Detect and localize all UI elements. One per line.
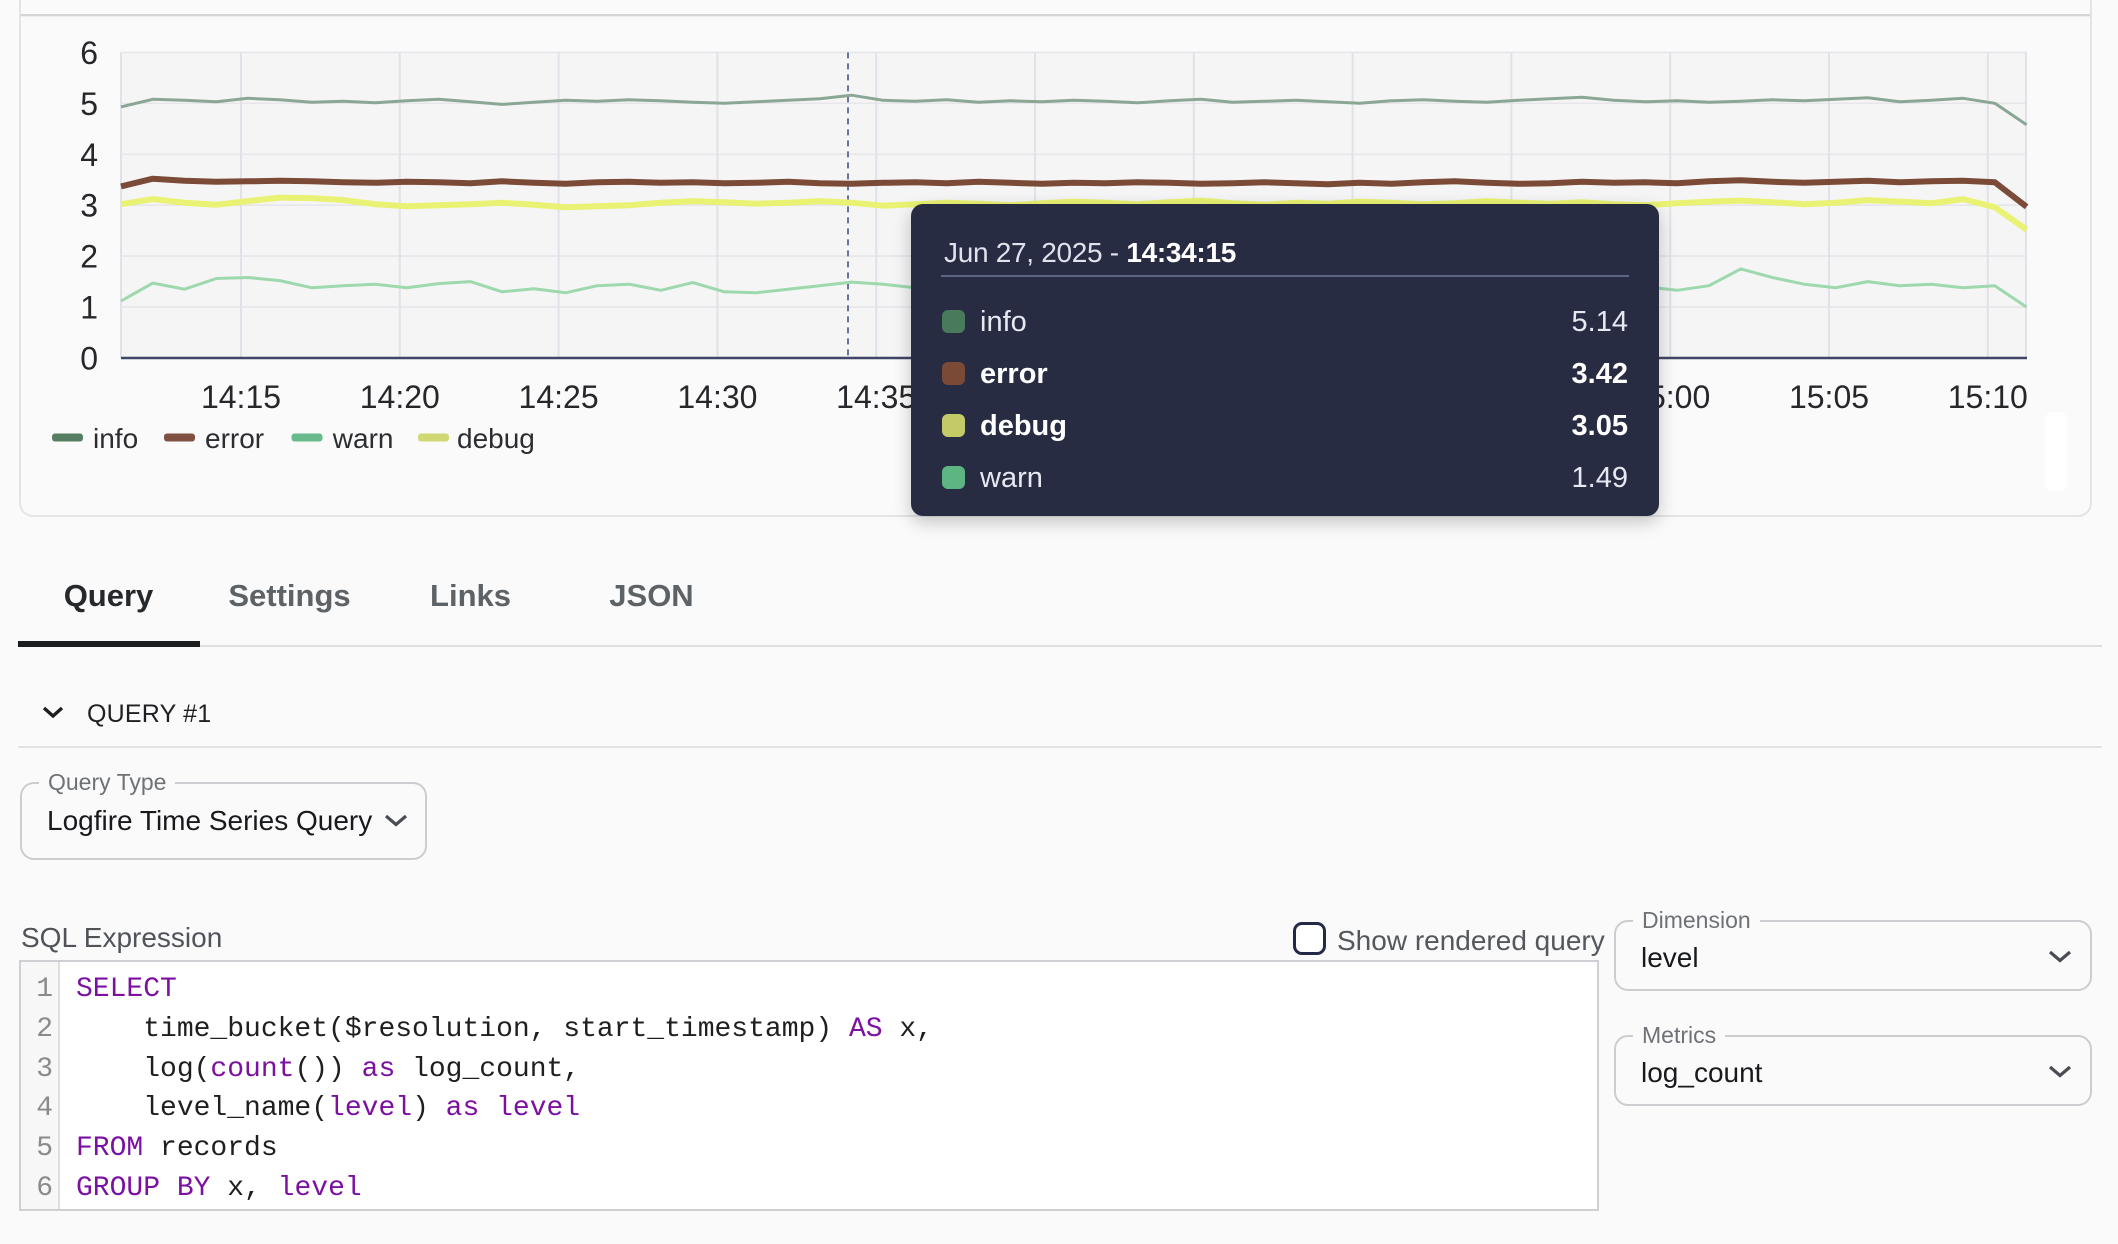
svg-text:warn: warn: [332, 423, 394, 454]
svg-text:error: error: [205, 423, 264, 454]
svg-text:0: 0: [80, 341, 98, 377]
svg-text:1: 1: [80, 290, 98, 326]
svg-text:14:15: 14:15: [201, 379, 281, 415]
svg-text:4: 4: [80, 137, 98, 173]
svg-text:14:20: 14:20: [360, 379, 440, 415]
svg-text:14:30: 14:30: [677, 379, 757, 415]
svg-text:15:10: 15:10: [1948, 379, 2028, 415]
svg-text:14:35: 14:35: [836, 379, 916, 415]
svg-text:2: 2: [80, 239, 98, 275]
svg-text:14:25: 14:25: [519, 379, 599, 415]
svg-text:5: 5: [80, 86, 98, 122]
svg-text:6: 6: [80, 35, 98, 71]
svg-text:info: info: [93, 423, 138, 454]
svg-text:3: 3: [80, 188, 98, 224]
svg-text:debug: debug: [457, 423, 535, 454]
svg-text:15:05: 15:05: [1789, 379, 1869, 415]
